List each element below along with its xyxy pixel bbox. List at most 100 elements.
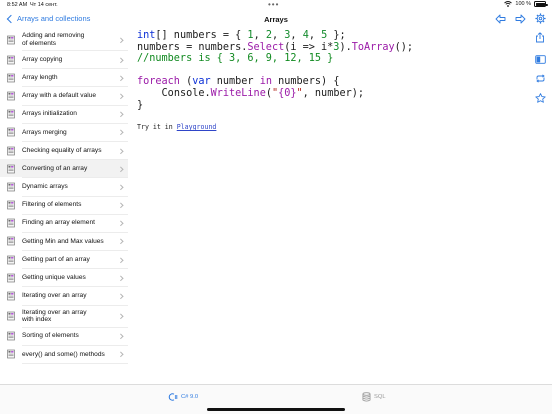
database-icon [362, 392, 371, 402]
document-icon [7, 255, 15, 265]
topic-list: Adding and removing of elements Array copy… [0, 29, 128, 364]
document-icon [7, 182, 15, 192]
status-time: 8:52 AM [7, 2, 28, 8]
list-item-label: Iterating over an array with index [22, 308, 87, 324]
document-icon [7, 55, 15, 64]
right-toolbar [534, 32, 546, 103]
tab-sql-label: SQL [374, 394, 386, 400]
code-line-1: int[] numbers = { 1, 2, 3, 4, 5 }; [137, 30, 346, 41]
chevron-right-icon [117, 293, 123, 299]
list-item-label: Filtering of elements [22, 201, 82, 209]
chevron-right-icon [117, 148, 123, 154]
try-it-line: Try it in Playground [137, 123, 527, 131]
tab-csharp[interactable]: C# 9.0 [168, 392, 198, 402]
list-item[interactable]: Arrays merging [7, 124, 128, 142]
document-icon [7, 273, 15, 283]
chevron-right-icon [117, 220, 123, 226]
share-icon[interactable] [535, 32, 545, 43]
page-title: Arrays [264, 15, 288, 24]
list-item[interactable]: Dynamic arrays [7, 178, 128, 197]
document-icon [7, 35, 15, 44]
code-line-3-comment: //numbers is { 3, 6, 9, 12, 15 } [137, 53, 334, 65]
list-item-label: Arrays merging [22, 128, 67, 136]
list-item[interactable]: Array with a default value [7, 87, 128, 106]
battery-icon [534, 1, 548, 7]
playground-link[interactable]: Playground [177, 123, 217, 131]
book-icon[interactable] [534, 55, 546, 64]
list-item[interactable]: Adding and removing of elements [7, 29, 128, 51]
loop-icon[interactable] [535, 74, 546, 83]
list-item-label: Getting part of an array [22, 255, 90, 263]
code-line-2: numbers = numbers.Select(i => i*3).ToArr… [137, 41, 414, 53]
gear-icon[interactable] [535, 13, 546, 24]
list-item[interactable]: Arrays initialization [7, 106, 128, 124]
list-item-label: every() and some() methods [22, 350, 105, 358]
list-item-label: Array copying [22, 55, 63, 63]
list-item-label: Finding an array element [22, 219, 95, 227]
code-line-5: foreach (var number in numbers) { [137, 76, 340, 88]
wifi-icon [504, 1, 513, 7]
list-item[interactable]: Iterating over an array with index [7, 306, 128, 328]
status-bar: 8:52 AM Чт 14 сент. ••• 100 % [0, 0, 552, 11]
list-item[interactable]: Converting of an array [0, 159, 128, 179]
list-item[interactable]: Iterating over an array [7, 287, 128, 306]
chevron-right-icon [117, 351, 123, 357]
try-it-prefix: Try it in [137, 123, 177, 132]
chevron-right-icon [117, 57, 123, 63]
document-icon [7, 237, 15, 246]
chevron-right-icon [117, 184, 123, 190]
chevron-right-icon [117, 238, 123, 244]
list-item[interactable]: Filtering of elements [7, 197, 128, 215]
list-item-label: Getting unique values [22, 274, 86, 282]
list-item[interactable]: Getting part of an array [7, 251, 128, 270]
status-date: Чт 14 сент. [30, 2, 58, 8]
list-item[interactable]: Sorting of elements [7, 328, 128, 346]
arrow-left-icon[interactable] [495, 14, 506, 24]
chevron-right-icon [117, 202, 123, 208]
list-item-label: Adding and removing of elements [22, 31, 85, 47]
list-item-label: Array with a default value [22, 92, 97, 100]
tab-sql[interactable]: SQL [362, 392, 386, 402]
star-icon[interactable] [534, 93, 546, 103]
chevron-right-icon [117, 129, 123, 135]
list-item-label: Converting of an array [22, 164, 88, 172]
document-icon [7, 91, 15, 101]
document-icon [7, 311, 15, 321]
list-item[interactable]: Getting Min and Max values [7, 233, 128, 252]
battery-percent: 100 % [515, 1, 531, 7]
csharp-icon [168, 393, 178, 401]
document-icon [7, 146, 15, 155]
list-item[interactable]: every() and some() methods [7, 346, 128, 364]
home-indicator[interactable] [207, 408, 345, 411]
multitasking-dots-icon[interactable]: ••• [268, 0, 279, 9]
list-item[interactable]: Array copying [7, 51, 128, 70]
list-item[interactable]: Array length [7, 69, 128, 88]
code-panel: int[] numbers = { 1, 2, 3, 4, 5 }; numbe… [137, 30, 527, 131]
chevron-right-icon [117, 257, 123, 263]
document-icon [7, 200, 15, 210]
chevron-right-icon [117, 313, 123, 319]
chevron-right-icon [117, 333, 123, 339]
list-item-label: Sorting of elements [22, 332, 79, 340]
list-item-label: Arrays initialization [22, 110, 77, 118]
document-icon [7, 164, 15, 174]
chevron-right-icon [117, 166, 123, 172]
document-icon [7, 73, 15, 83]
list-item-label: Checking equality of arrays [22, 146, 102, 154]
list-item-label: Dynamic arrays [22, 183, 68, 191]
chevron-right-icon [117, 37, 123, 42]
document-icon [7, 331, 15, 341]
code-line-6: Console.WriteLine("{0}", number); [161, 87, 364, 99]
document-icon [7, 291, 15, 301]
list-item[interactable]: Getting unique values [7, 269, 128, 288]
document-icon [7, 350, 15, 359]
document-icon [7, 127, 15, 137]
code-block: int[] numbers = { 1, 2, 3, 4, 5 }; numbe… [137, 30, 527, 111]
chevron-right-icon [117, 75, 123, 81]
code-line-7: } [137, 99, 144, 111]
arrow-right-icon[interactable] [515, 14, 526, 24]
list-item[interactable]: Finding an array element [7, 215, 128, 233]
list-item-label: Array length [22, 73, 58, 81]
list-item[interactable]: Checking equality of arrays [7, 142, 128, 161]
document-icon [7, 218, 15, 228]
